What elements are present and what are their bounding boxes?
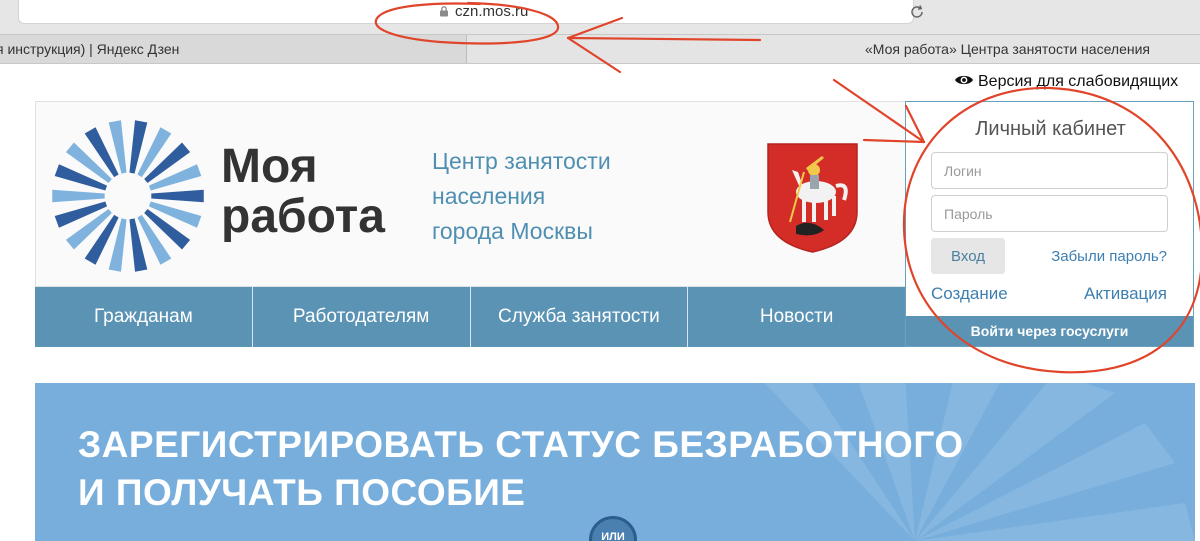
reload-icon[interactable] bbox=[909, 4, 925, 20]
brand-line-1: Моя bbox=[221, 140, 318, 193]
banner-line-1: ЗАРЕГИСТРИРОВАТЬ СТАТУС БЕЗРАБОТНОГО bbox=[78, 424, 964, 465]
or-badge: ИЛИ bbox=[589, 516, 637, 541]
screenshot-stage: czn.mos.ru я инструкция) | Яндекс Дзен «… bbox=[0, 0, 1200, 541]
tab-yandex-zen[interactable]: я инструкция) | Яндекс Дзен bbox=[0, 35, 462, 63]
forgot-password-link[interactable]: Забыли пароль? bbox=[1051, 248, 1167, 265]
center-name: Центр занятости населения города Москвы bbox=[432, 144, 611, 249]
moscow-coat-of-arms-icon bbox=[767, 143, 858, 253]
accessibility-link-label: Версия для слабовидящих bbox=[978, 73, 1179, 90]
tab-label: я инструкция) | Яндекс Дзен bbox=[0, 41, 180, 57]
address-bar[interactable]: czn.mos.ru bbox=[18, 0, 923, 24]
accessibility-link[interactable]: Версия для слабовидящих bbox=[954, 73, 1178, 91]
login-input[interactable] bbox=[931, 152, 1168, 189]
center-name-line-3: города Москвы bbox=[432, 218, 593, 244]
promo-banner[interactable]: ЗАРЕГИСТРИРОВАТЬ СТАТУС БЕЗРАБОТНОГО И П… bbox=[35, 383, 1195, 541]
nav-item-employment-service[interactable]: Служба занятости bbox=[471, 287, 689, 347]
login-panel: Личный кабинет Вход Забыли пароль? Созда… bbox=[905, 101, 1194, 347]
logo-ray bbox=[151, 189, 204, 203]
main-nav: Гражданам Работодателям Служба занятости… bbox=[35, 287, 905, 347]
password-input[interactable] bbox=[931, 195, 1168, 232]
gosuslugi-login-button[interactable]: Войти через госуслуги bbox=[906, 316, 1193, 346]
eye-icon bbox=[955, 75, 973, 85]
center-name-line-2: населения bbox=[432, 183, 546, 209]
nav-item-citizens[interactable]: Гражданам bbox=[35, 287, 253, 347]
tab-moya-rabota[interactable]: «Моя работа» Центра занятости населения bbox=[467, 35, 1200, 63]
activate-account-link[interactable]: Активация bbox=[1084, 284, 1167, 304]
logo-icon[interactable] bbox=[50, 118, 206, 274]
nav-item-news[interactable]: Новости bbox=[688, 287, 905, 347]
browser-toolbar: czn.mos.ru bbox=[0, 0, 1200, 34]
center-name-line-1: Центр занятости bbox=[432, 148, 611, 174]
url-text: czn.mos.ru bbox=[455, 3, 529, 20]
logo-ray bbox=[52, 189, 105, 203]
create-account-link[interactable]: Создание bbox=[931, 284, 1008, 304]
brand-name[interactable]: Моя работа bbox=[221, 142, 385, 242]
site-header: Моя работа Центр занятости населения гор… bbox=[35, 101, 905, 287]
tab-bar: я инструкция) | Яндекс Дзен «Моя работа»… bbox=[0, 34, 1200, 64]
lock-icon bbox=[440, 6, 448, 17]
banner-headline: ЗАРЕГИСТРИРОВАТЬ СТАТУС БЕЗРАБОТНОГО И П… bbox=[78, 421, 964, 517]
login-button[interactable]: Вход bbox=[931, 238, 1005, 274]
login-title: Личный кабинет bbox=[975, 118, 1126, 140]
brand-line-2: работа bbox=[221, 190, 385, 243]
banner-line-2: И ПОЛУЧАТЬ ПОСОБИЕ bbox=[78, 472, 526, 513]
nav-item-employers[interactable]: Работодателям bbox=[253, 287, 471, 347]
tab-label: «Моя работа» Центра занятости населения bbox=[864, 41, 1150, 57]
